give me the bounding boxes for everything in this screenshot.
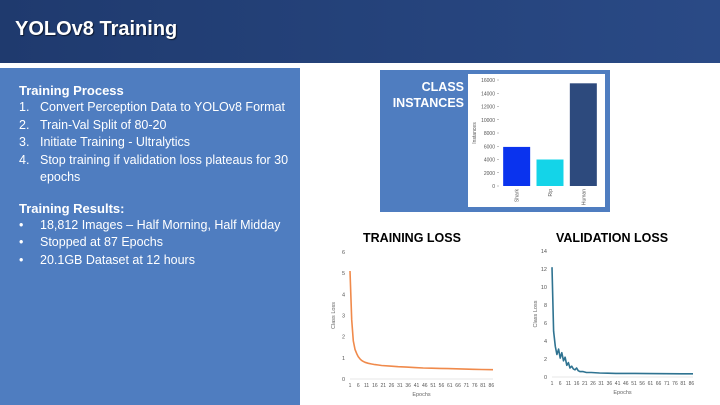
y-tick-label: 10 xyxy=(541,285,547,291)
list-item: • 20.1GB Dataset at 12 hours xyxy=(19,252,195,267)
x-tick-label: 16 xyxy=(372,383,378,389)
x-tick-label: 41 xyxy=(615,381,621,387)
x-tick-label: 21 xyxy=(582,381,588,387)
y-tick-label: 14000 xyxy=(481,91,495,97)
x-tick-label: 11 xyxy=(364,383,369,389)
training-info-panel: Training Process 1. Convert Perception Da… xyxy=(0,68,300,405)
x-tick-label: 71 xyxy=(464,383,470,389)
y-tick-label: 0 xyxy=(342,377,345,383)
x-tick-label: 86 xyxy=(689,381,695,387)
x-tick-label: 11 xyxy=(566,381,571,387)
x-tick-label: 31 xyxy=(598,381,604,387)
y-tick-label: 12 xyxy=(541,267,547,273)
bar xyxy=(536,159,564,186)
results-heading: Training Results: xyxy=(19,200,125,216)
x-tick-label: 51 xyxy=(631,381,637,387)
y-tick-label: 6 xyxy=(544,321,547,327)
x-tick-label: 41 xyxy=(414,383,420,389)
process-list: 1. Convert Perception Data to YOLOv8 Form… xyxy=(19,99,289,187)
x-tick-label: 61 xyxy=(648,381,654,387)
y-tick-label: 2000 xyxy=(484,171,495,177)
y-axis-label: Class Loss xyxy=(533,300,539,327)
y-tick-label: 10000 xyxy=(481,118,495,124)
results-list: • 18,812 Images – Half Morning, Half Midd… xyxy=(19,217,289,270)
x-tick-label: 51 xyxy=(430,383,436,389)
y-tick-label: 2 xyxy=(544,357,547,363)
y-tick-label: 3 xyxy=(342,314,345,320)
x-tick-label: 46 xyxy=(623,381,629,387)
x-tick-label: Shark xyxy=(515,189,521,203)
loss-line xyxy=(349,270,494,371)
x-tick-label: 26 xyxy=(590,381,596,387)
x-tick-label: 6 xyxy=(559,381,562,387)
y-tick-label: 16000 xyxy=(481,78,495,84)
x-tick-label: 21 xyxy=(380,383,386,389)
x-tick-label: 46 xyxy=(422,383,428,389)
y-tick-label: 4 xyxy=(342,292,345,298)
x-tick-label: 1 xyxy=(349,383,352,389)
x-tick-label: 36 xyxy=(405,383,411,389)
list-item: • 18,812 Images – Half Morning, Half Midd… xyxy=(19,217,281,232)
x-tick-label: 56 xyxy=(439,383,445,389)
x-axis-label: Epochs xyxy=(613,390,632,396)
x-tick-label: 36 xyxy=(607,381,613,387)
x-tick-label: 31 xyxy=(397,383,403,389)
list-item: • Stopped at 87 Epochs xyxy=(19,235,164,249)
y-tick-label: 4000 xyxy=(484,158,495,164)
x-tick-label: 26 xyxy=(389,383,395,389)
class-instances-chart-area: 0 2000 4000 6000 8000 10000 12000 14000 16000 Ins… xyxy=(468,74,605,207)
x-tick-label: 56 xyxy=(639,381,645,387)
y-tick-label: 1 xyxy=(342,356,345,362)
x-tick-label: 61 xyxy=(447,383,453,389)
y-tick-label: 2 xyxy=(342,335,345,341)
class-instances-title: CLASS INSTANCES xyxy=(392,80,464,110)
slide-title: YOLOv8 Training xyxy=(15,18,178,40)
x-tick-label: 81 xyxy=(480,383,486,389)
title-bar: YOLOv8 Training xyxy=(0,0,720,63)
x-tick-label: Human xyxy=(581,189,587,205)
list-item: 4. Stop training if validation loss plate… xyxy=(19,152,289,185)
y-tick-label: 6 xyxy=(342,250,345,256)
y-tick-label: 8000 xyxy=(484,131,495,137)
y-tick-label: 12000 xyxy=(481,105,495,111)
y-tick-label: 6000 xyxy=(484,144,495,150)
class-instances-box: CLASS INSTANCES 0 2000 4000 6000 8000 10000 12… xyxy=(380,70,610,212)
x-tick-label: 66 xyxy=(455,383,461,389)
x-tick-label: 86 xyxy=(489,383,495,389)
y-tick-label: 4 xyxy=(544,339,547,345)
bar xyxy=(503,146,531,186)
x-tick-label: 6 xyxy=(357,383,360,389)
x-tick-label: 1 xyxy=(551,381,554,387)
y-tick-label: 14 xyxy=(541,249,547,255)
x-tick-label: 76 xyxy=(672,381,678,387)
x-tick-label: 76 xyxy=(472,383,478,389)
x-axis-label: Epochs xyxy=(412,392,431,398)
x-tick-label: 16 xyxy=(574,381,580,387)
y-tick-label: 0 xyxy=(544,375,547,381)
y-tick-label: 8 xyxy=(544,303,547,309)
process-heading: Training Process xyxy=(19,83,124,98)
loss-line xyxy=(551,267,693,375)
bar xyxy=(569,83,597,186)
y-axis-label: Instances xyxy=(472,122,478,144)
list-item: 2. Train-Val Split of 80-20 xyxy=(19,117,167,132)
training-loss-title: TRAINING LOSS xyxy=(363,231,461,245)
y-tick-label: 5 xyxy=(342,271,345,277)
class-instances-chart: 0 2000 4000 6000 8000 10000 12000 14000 16000 Ins… xyxy=(472,78,597,205)
validation-loss-chart: 024681012141 6 11 16 21 26 31 36 41 46 51 56 61 66 71 7… xyxy=(533,249,695,396)
y-tick-label: 0 xyxy=(492,184,495,190)
x-tick-label: Rip xyxy=(548,189,554,197)
x-tick-label: 71 xyxy=(664,381,670,387)
list-item: 1. Convert Perception Data to YOLOv8 Form… xyxy=(19,100,286,114)
training-loss-chart: 01234561 6 11 16 21 26 31 36 41 46 51 56 61 66 71 76 81 8… xyxy=(331,250,495,398)
y-axis-label: Class Loss xyxy=(331,302,337,329)
x-tick-label: 81 xyxy=(680,381,686,387)
list-item: 3. Initiate Training - Ultralytics xyxy=(19,135,191,149)
validation-loss-title: VALIDATION LOSS xyxy=(556,231,669,245)
x-tick-label: 66 xyxy=(656,381,662,387)
